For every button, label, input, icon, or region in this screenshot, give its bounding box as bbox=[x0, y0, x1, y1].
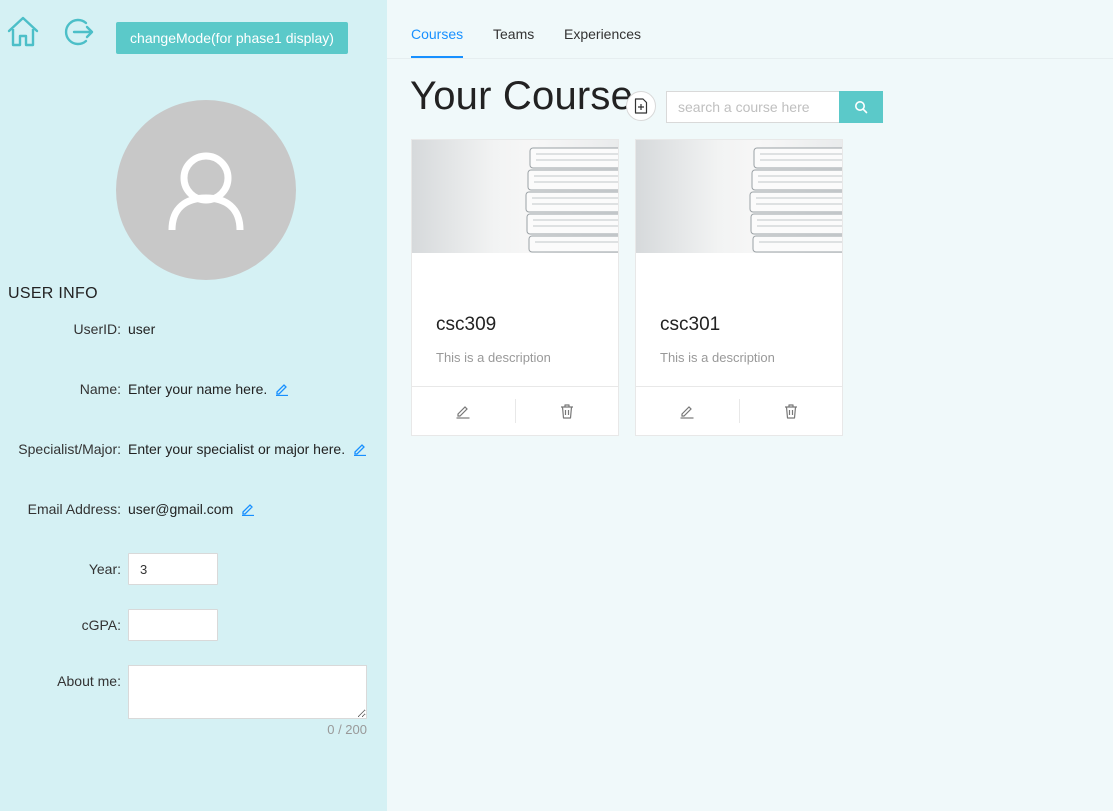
userid-text: user bbox=[128, 321, 156, 337]
course-cover-image bbox=[636, 140, 842, 253]
logout-icon[interactable] bbox=[60, 14, 94, 50]
edit-email-icon[interactable] bbox=[241, 502, 255, 516]
edit-icon bbox=[680, 406, 694, 419]
userid-label: UserID: bbox=[73, 321, 121, 337]
year-input[interactable] bbox=[128, 553, 218, 585]
major-text: Enter your specialist or major here. bbox=[128, 441, 346, 457]
about-label: About me: bbox=[57, 673, 121, 689]
email-value: user@gmail.com bbox=[128, 501, 255, 517]
edit-icon bbox=[456, 406, 470, 419]
delete-course-button[interactable] bbox=[514, 399, 619, 423]
course-actions bbox=[412, 386, 618, 435]
name-label: Name: bbox=[79, 381, 121, 397]
section-title: USER INFO bbox=[8, 285, 98, 302]
course-card[interactable]: csc301 This is a description bbox=[635, 139, 843, 436]
edit-major-icon[interactable] bbox=[353, 442, 367, 456]
name-text: Enter your name here. bbox=[128, 381, 268, 397]
email-label: Email Address: bbox=[27, 501, 121, 517]
tab-courses[interactable]: Courses bbox=[411, 26, 464, 58]
search-icon bbox=[855, 101, 868, 114]
home-icon[interactable] bbox=[6, 14, 40, 50]
search-input[interactable] bbox=[666, 91, 840, 123]
cgpa-label: cGPA: bbox=[81, 617, 121, 633]
user-icon bbox=[168, 152, 244, 231]
tab-experiences[interactable]: Experiences bbox=[564, 26, 641, 56]
userid-value: user bbox=[128, 321, 155, 337]
about-textarea[interactable] bbox=[128, 665, 367, 719]
sidebar: changeMode(for phase1 display) USER INFO… bbox=[0, 0, 387, 811]
delete-course-button[interactable] bbox=[738, 399, 843, 423]
major-label: Specialist/Major: bbox=[18, 441, 121, 457]
name-value: Enter your name here. bbox=[128, 381, 289, 397]
course-cover-image bbox=[412, 140, 618, 253]
tab-bar: Courses Teams Experiences bbox=[387, 0, 1113, 59]
add-course-button[interactable] bbox=[626, 91, 656, 121]
edit-name-icon[interactable] bbox=[275, 382, 289, 396]
course-description: This is a description bbox=[436, 350, 551, 365]
trash-icon bbox=[784, 404, 797, 419]
year-label: Year: bbox=[88, 561, 121, 577]
avatar bbox=[116, 100, 296, 280]
email-text: user@gmail.com bbox=[128, 501, 234, 517]
edit-course-button[interactable] bbox=[636, 399, 739, 423]
major-value: Enter your specialist or major here. bbox=[128, 441, 367, 457]
cgpa-input[interactable] bbox=[128, 609, 218, 641]
search-button[interactable] bbox=[839, 91, 883, 123]
change-mode-button[interactable]: changeMode(for phase1 display) bbox=[116, 22, 348, 54]
page-title: Your Course bbox=[410, 74, 634, 118]
course-description: This is a description bbox=[660, 350, 775, 365]
file-add-icon bbox=[634, 98, 648, 114]
trash-icon bbox=[560, 404, 573, 419]
course-title: csc309 bbox=[436, 314, 497, 335]
course-card[interactable]: csc309 This is a description bbox=[411, 139, 619, 436]
course-title: csc301 bbox=[660, 314, 721, 335]
about-char-counter: 0 / 200 bbox=[327, 722, 367, 737]
edit-course-button[interactable] bbox=[412, 399, 515, 423]
course-actions bbox=[636, 386, 842, 435]
tab-teams[interactable]: Teams bbox=[493, 26, 534, 56]
